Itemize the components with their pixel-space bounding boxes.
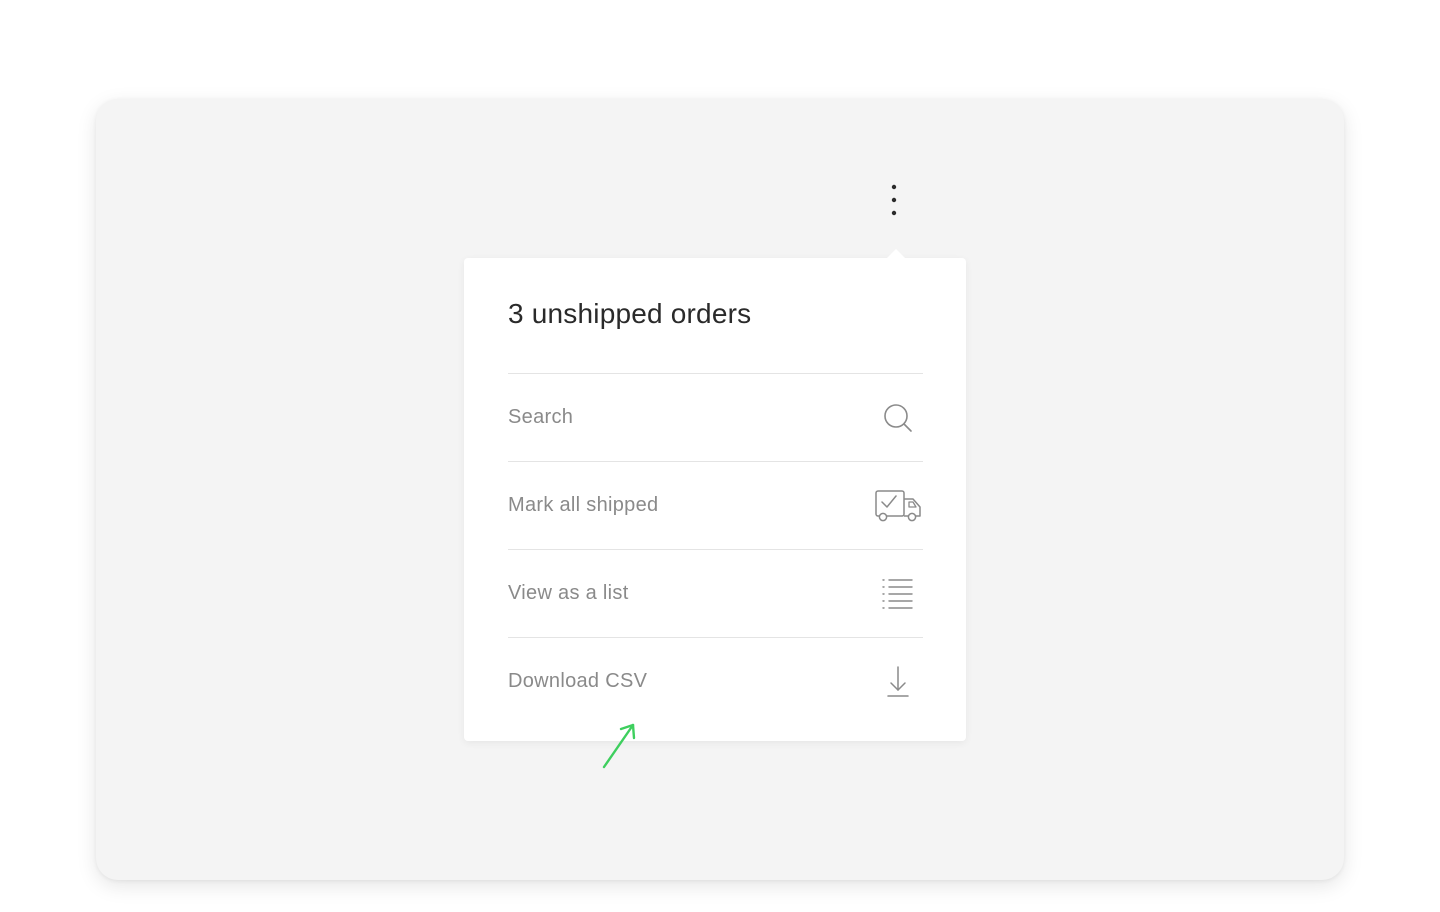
popover-menu: Search Mark all shipped View as a list D… [508,373,923,725]
search-icon [873,398,923,438]
arrow-annotation-icon [602,723,636,769]
menu-item-search[interactable]: Search [508,373,923,461]
list-icon [873,574,923,614]
menu-item-label: View as a list [508,582,629,604]
orders-popover: 3 unshipped orders Search Mark all shipp… [464,249,966,741]
truck-check-icon [873,486,923,526]
menu-item-view-as-list[interactable]: View as a list [508,549,923,637]
menu-item-label: Download CSV [508,670,648,692]
menu-item-label: Mark all shipped [508,494,659,516]
kebab-menu-icon [891,184,897,216]
popover-caret [886,249,906,259]
menu-item-download-csv[interactable]: Download CSV [508,637,923,725]
popover-title: 3 unshipped orders [508,298,752,329]
more-options-button[interactable] [874,178,914,222]
download-icon [873,662,923,702]
menu-item-label: Search [508,406,574,428]
menu-item-mark-all-shipped[interactable]: Mark all shipped [508,461,923,549]
